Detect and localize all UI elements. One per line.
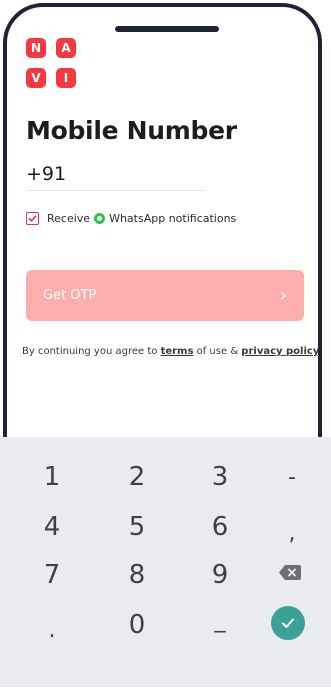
done-key[interactable]	[271, 606, 305, 640]
get-otp-button[interactable]: Get OTP ›	[26, 270, 304, 321]
check-icon	[28, 215, 37, 222]
country-code-prefix: +91	[26, 163, 67, 185]
key-6[interactable]: 6	[190, 507, 250, 547]
device-notch	[115, 26, 219, 32]
key-5[interactable]: 5	[107, 507, 167, 547]
key-3[interactable]: 3	[190, 457, 250, 497]
terms-link[interactable]: terms	[161, 346, 194, 357]
key-period[interactable]: .	[22, 610, 82, 650]
key-underscore[interactable]: _	[190, 600, 250, 640]
logo-tile-v: V	[26, 68, 46, 88]
privacy-policy-link[interactable]: privacy policy	[241, 346, 319, 357]
whatsapp-notifications-label: WhatsApp notifications	[109, 212, 237, 225]
whatsapp-icon	[94, 213, 106, 224]
phone-number-field[interactable]: +91	[26, 160, 206, 191]
logo-tile-i: I	[56, 68, 76, 88]
key-2[interactable]: 2	[107, 457, 167, 497]
terms-notice: By continuing you agree to terms of use …	[22, 346, 319, 357]
key-9[interactable]: 9	[190, 555, 250, 595]
key-0[interactable]: 0	[107, 605, 167, 645]
key-7[interactable]: 7	[22, 555, 82, 595]
checkmark-icon	[282, 618, 294, 628]
logo-tile-a: A	[56, 38, 76, 58]
key-8[interactable]: 8	[107, 555, 167, 595]
logo-tile-n: N	[26, 38, 46, 58]
chevron-right-icon: ›	[279, 284, 287, 306]
terms-middle-text: of use &	[193, 346, 242, 357]
key-comma[interactable]: ,	[262, 513, 322, 553]
whatsapp-optin-row[interactable]: Receive WhatsApp notifications	[26, 212, 236, 225]
terms-prefix-text: By continuing you agree to	[22, 346, 161, 357]
whatsapp-checkbox[interactable]	[26, 212, 39, 225]
key-hyphen[interactable]: -	[262, 457, 322, 497]
key-1[interactable]: 1	[22, 457, 82, 497]
receive-label: Receive	[47, 212, 91, 225]
page-title: Mobile Number	[26, 116, 237, 145]
backspace-icon[interactable]	[279, 565, 301, 580]
get-otp-label: Get OTP	[43, 288, 97, 303]
navi-logo: N A V I	[26, 38, 76, 88]
key-4[interactable]: 4	[22, 507, 82, 547]
